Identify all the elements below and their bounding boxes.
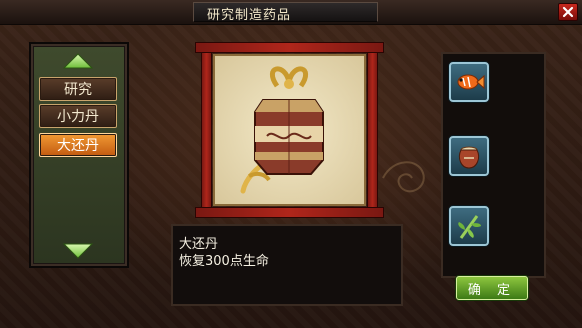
frame-pole-left [201, 49, 212, 212]
scroll-down-button[interactable] [62, 242, 94, 260]
frame-pole-right [367, 49, 378, 212]
ingredient-slot-2[interactable] [449, 136, 489, 176]
bamboo-herb-icon [458, 215, 481, 239]
arrow-up-icon [63, 53, 93, 69]
window-title: 研究制造药品 [207, 8, 292, 23]
close-icon [562, 6, 574, 18]
sidebar-item-research[interactable]: 研究 [39, 77, 117, 101]
confirm-button[interactable]: 确 定 [456, 276, 528, 300]
decorative-swirl [382, 161, 425, 193]
sidebar-item-great-restore-pill[interactable]: 大还丹 [39, 133, 117, 157]
scroll-up-button[interactable] [62, 52, 94, 70]
ingredient-slot-3[interactable] [449, 206, 489, 246]
close-button[interactable] [558, 3, 578, 21]
item-effect: 恢复300点生命 [179, 254, 269, 269]
medicine-pouch-icon [240, 66, 324, 194]
clay-pot-icon [458, 146, 480, 169]
frame-pole-top [195, 42, 384, 53]
arrow-down-icon [63, 243, 93, 259]
ingredient-slot-1[interactable] [449, 62, 489, 102]
frame-pole-bottom [195, 207, 384, 218]
item-preview-panel [213, 54, 366, 206]
sidebar-item-small-strength-pill[interactable]: 小力丹 [39, 104, 117, 128]
fish-icon [457, 74, 485, 90]
